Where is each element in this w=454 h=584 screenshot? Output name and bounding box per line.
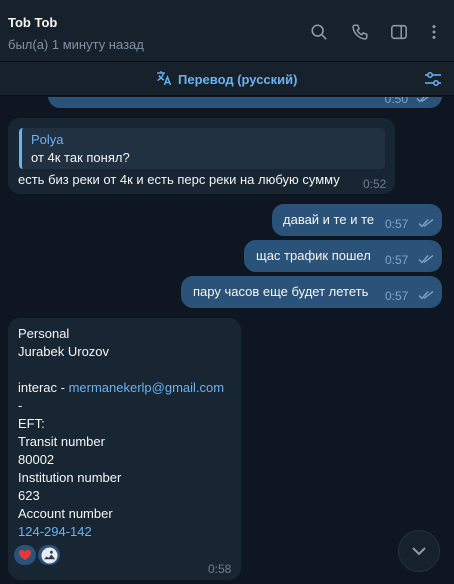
avatar-reaction[interactable]	[38, 545, 60, 565]
reactions	[14, 545, 60, 565]
message-time: 0:50	[384, 97, 408, 106]
message-list[interactable]: 0:50 Polya от 4к так понял? есть биз рек…	[0, 97, 454, 584]
chat-header: Tob Tob был(а) 1 минуту назад	[0, 0, 454, 62]
message-time: 0:57	[385, 217, 409, 231]
message-line: 623	[18, 488, 40, 503]
translate-label: Перевод (русский)	[178, 72, 298, 87]
search-icon[interactable]	[309, 22, 329, 42]
message-line: Personal	[18, 326, 70, 341]
phone-link[interactable]: 124-294-142	[18, 523, 92, 541]
sidebar-icon[interactable]	[389, 22, 409, 42]
message-text: щас трафик пошел	[256, 248, 371, 263]
message-time: 0:57	[385, 253, 409, 267]
contact-status: был(а) 1 минуту назад	[8, 37, 144, 52]
message-line: EFT:	[18, 416, 45, 431]
message-line: Jurabek Urozov	[18, 344, 110, 359]
message-bubble-in[interactable]: Polya от 4к так понял? есть биз реки от …	[8, 118, 395, 194]
message-text: пару часов еще будет лететь	[193, 284, 369, 299]
phone-icon[interactable]	[350, 22, 370, 42]
double-check-icon	[418, 218, 434, 228]
message-time: 0:52	[363, 177, 387, 191]
chevron-down-icon	[412, 547, 426, 556]
reply-author: Polya	[31, 132, 64, 147]
message-text: есть биз реки от 4к и есть перс реки на …	[18, 172, 340, 187]
message-text: давай и те и те	[283, 212, 375, 227]
message-line: Account number	[18, 506, 113, 521]
message-bubble-out[interactable]: пару часов еще будет лететь 0:57	[181, 276, 442, 308]
scroll-down-button[interactable]	[398, 530, 440, 572]
avatar	[40, 546, 58, 564]
filter-settings-icon[interactable]	[424, 70, 442, 88]
message-line: Transit number	[18, 434, 105, 449]
double-check-icon	[418, 290, 434, 300]
double-check-icon	[416, 97, 429, 103]
double-check-icon	[418, 254, 434, 264]
reply-text: от 4к так понял?	[31, 150, 130, 165]
message-time: 0:58	[208, 562, 232, 576]
heart-icon	[19, 549, 31, 561]
reply-quote[interactable]: Polya от 4к так понял?	[19, 128, 385, 169]
message-line: 80002	[18, 452, 55, 467]
translate-icon	[156, 70, 172, 89]
message-bubble-out[interactable]: 0:50	[48, 97, 442, 108]
message-line: -	[18, 398, 23, 413]
heart-reaction[interactable]	[14, 545, 36, 565]
message-bubble-in[interactable]: Personal Jurabek Urozov interac - merman…	[8, 318, 241, 580]
interac-prefix: interac -	[18, 380, 69, 395]
message-time: 0:57	[385, 289, 409, 303]
more-icon[interactable]	[424, 22, 444, 42]
message-bubble-out[interactable]: щас трафик пошел 0:57	[244, 240, 442, 272]
translate-button[interactable]: Перевод (русский)	[156, 70, 297, 89]
contact-name[interactable]: Tob Tob	[8, 15, 57, 30]
message-bubble-out[interactable]: давай и те и те 0:57	[272, 204, 442, 236]
email-link[interactable]: mermanekerlp@gmail.com	[69, 380, 225, 395]
message-line: Institution number	[18, 470, 122, 485]
message-line: interac - mermanekerlp@gmail.com	[18, 379, 224, 397]
translate-bar: Перевод (русский)	[0, 62, 454, 96]
